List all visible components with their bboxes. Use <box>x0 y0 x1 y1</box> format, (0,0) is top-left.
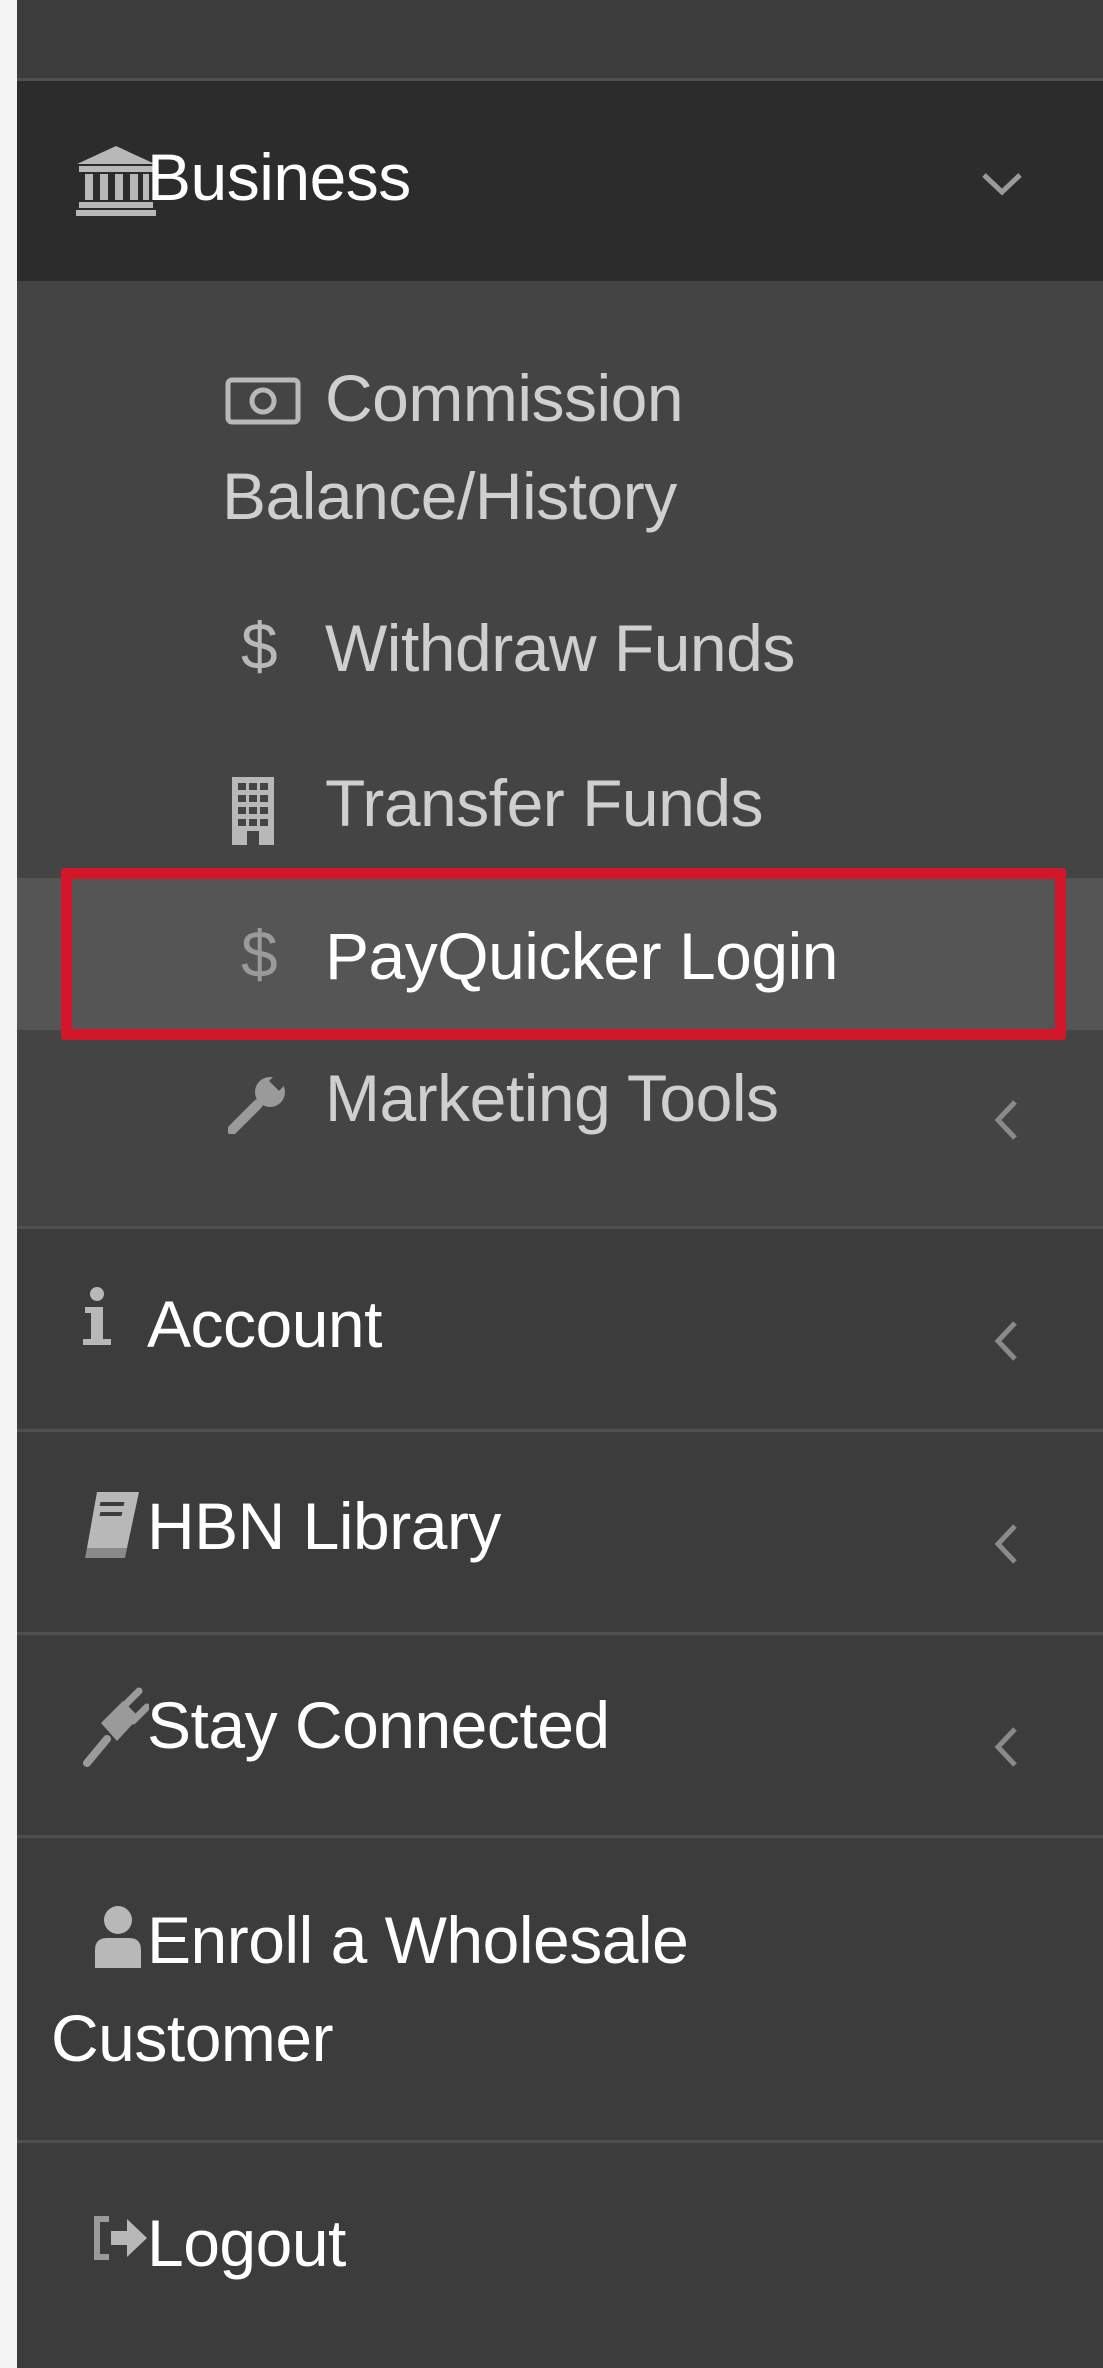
user-icon <box>93 1904 143 1970</box>
chevron-left-icon <box>993 1319 1019 1363</box>
enroll-label-line2: Customer <box>51 2001 334 2075</box>
sidebar-item-logout[interactable]: Logout <box>17 2143 1103 2368</box>
bank-icon <box>75 144 157 216</box>
sidebar-item-hbn-library[interactable]: HBN Library <box>17 1432 1103 1632</box>
marketing-tools-label: Marketing Tools <box>325 1061 779 1135</box>
dollar-icon: $ <box>241 609 278 683</box>
sidebar-subitem-marketing-tools[interactable]: Marketing Tools <box>17 1050 1103 1170</box>
sidebar-subitem-transfer-funds[interactable]: Transfer Funds <box>17 755 1103 875</box>
sidebar-item-stay-connected[interactable]: Stay Connected <box>17 1635 1103 1835</box>
sidebar-subitem-commission-balance[interactable]: Commission Balance/History <box>17 340 1103 540</box>
info-icon <box>79 1287 115 1347</box>
stay-connected-label: Stay Connected <box>147 1688 610 1762</box>
withdraw-funds-label: Withdraw Funds <box>325 611 795 685</box>
chevron-down-icon <box>980 171 1024 197</box>
sidebar-item-business-label: Business <box>147 140 411 214</box>
commission-label-line2: Balance/History <box>222 459 677 533</box>
account-label: Account <box>147 1287 382 1361</box>
chevron-left-icon <box>993 1098 1019 1142</box>
commission-label-line1: Commission <box>325 361 684 435</box>
sign-out-icon <box>93 2215 149 2261</box>
sidebar-item-enroll-wholesale-customer[interactable]: Enroll a Wholesale Customer <box>17 1838 1103 2140</box>
enroll-label-line1: Enroll a Wholesale <box>147 1903 689 1977</box>
building-icon <box>230 775 276 847</box>
book-icon <box>83 1490 141 1560</box>
chevron-left-icon <box>993 1522 1019 1566</box>
sidebar-item-top-partial[interactable] <box>17 0 1103 78</box>
wrench-icon <box>228 1072 290 1134</box>
highlight-box <box>61 868 1066 1040</box>
plug-icon <box>83 1687 149 1767</box>
sidebar-item-business[interactable]: Business <box>17 81 1103 281</box>
hbn-library-label: HBN Library <box>147 1489 501 1563</box>
sidebar-menu: Business Commission Balance/History $ Wi… <box>17 0 1103 2368</box>
sidebar-item-account[interactable]: Account <box>17 1229 1103 1429</box>
sidebar-subitem-withdraw-funds[interactable]: $ Withdraw Funds <box>17 600 1103 720</box>
chevron-left-icon <box>993 1725 1019 1769</box>
logout-label: Logout <box>147 2206 346 2280</box>
transfer-funds-label: Transfer Funds <box>325 766 764 840</box>
money-bill-icon <box>225 377 301 425</box>
